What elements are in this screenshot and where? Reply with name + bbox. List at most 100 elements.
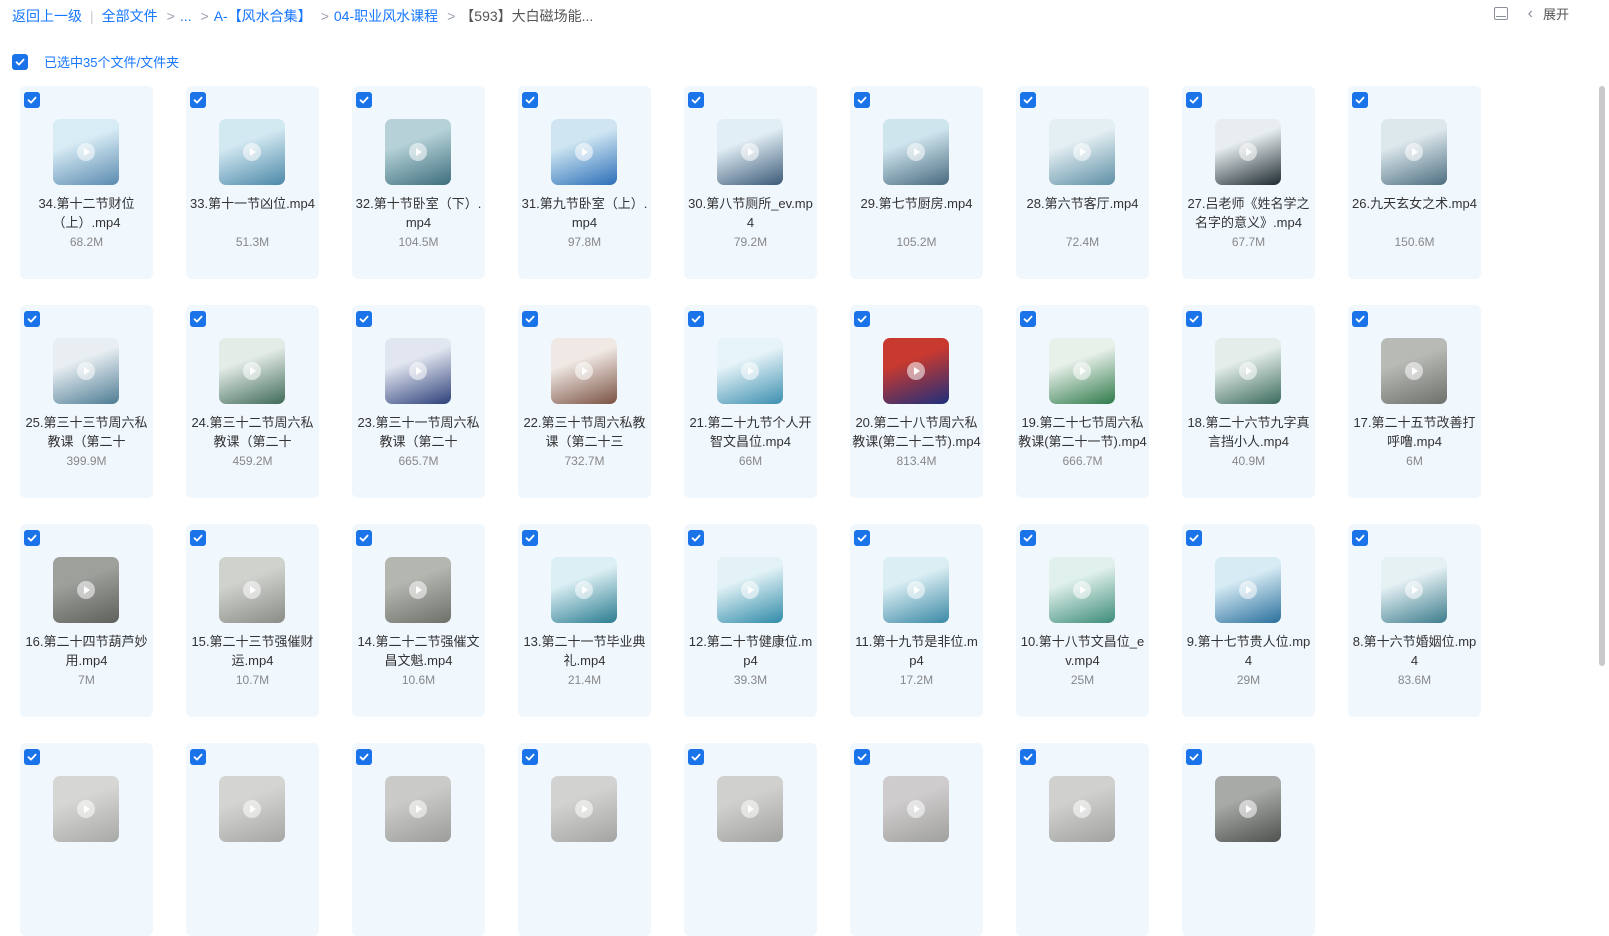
file-name[interactable]: 26.九天玄女之术.mp4	[1350, 194, 1479, 232]
file-checkbox[interactable]	[1352, 530, 1368, 546]
video-thumbnail[interactable]	[1215, 776, 1281, 842]
video-thumbnail[interactable]	[717, 119, 783, 185]
video-thumbnail[interactable]	[219, 557, 285, 623]
video-thumbnail[interactable]	[1215, 338, 1281, 404]
file-checkbox[interactable]	[688, 749, 704, 765]
file-name[interactable]: 23.第三十一节周六私教课（第二十	[354, 413, 483, 451]
file-checkbox[interactable]	[688, 92, 704, 108]
expand-button[interactable]: 展开	[1543, 4, 1569, 23]
file-checkbox[interactable]	[1186, 311, 1202, 327]
file-name[interactable]: 17.第二十五节改善打呼噜.mp4	[1350, 413, 1479, 451]
video-thumbnail[interactable]	[717, 557, 783, 623]
file-card[interactable]: 19.第二十七节周六私教课(第二十一节).mp4 666.7M	[1016, 305, 1149, 498]
file-name[interactable]: 16.第二十四节葫芦妙用.mp4	[22, 632, 151, 670]
file-name[interactable]: 33.第十一节凶位.mp4	[188, 194, 317, 232]
file-name[interactable]	[354, 851, 483, 889]
file-name[interactable]: 10.第十八节文昌位_ev.mp4	[1018, 632, 1147, 670]
video-thumbnail[interactable]	[53, 776, 119, 842]
file-checkbox[interactable]	[522, 92, 538, 108]
file-checkbox[interactable]	[24, 530, 40, 546]
file-name[interactable]	[22, 851, 151, 889]
video-thumbnail[interactable]	[883, 776, 949, 842]
file-checkbox[interactable]	[854, 749, 870, 765]
file-card[interactable]: 29.第七节厨房.mp4 105.2M	[850, 86, 983, 279]
video-thumbnail[interactable]	[883, 119, 949, 185]
file-checkbox[interactable]	[356, 530, 372, 546]
file-name[interactable]: 25.第三十三节周六私教课（第二十	[22, 413, 151, 451]
file-card[interactable]: 34.第十二节财位（上）.mp4 68.2M	[20, 86, 153, 279]
video-thumbnail[interactable]	[883, 338, 949, 404]
file-name[interactable]: 30.第八节厕所_ev.mp4	[686, 194, 815, 232]
file-card[interactable]: 14.第二十二节强催文昌文魁.mp4 10.6M	[352, 524, 485, 717]
file-card[interactable]: 18.第二十六节九字真言挡小人.mp4 40.9M	[1182, 305, 1315, 498]
file-checkbox[interactable]	[1186, 92, 1202, 108]
file-checkbox[interactable]	[190, 749, 206, 765]
file-card[interactable]: 25.第三十三节周六私教课（第二十 399.9M	[20, 305, 153, 498]
file-checkbox[interactable]	[522, 749, 538, 765]
file-checkbox[interactable]	[1020, 311, 1036, 327]
video-thumbnail[interactable]	[385, 557, 451, 623]
file-card[interactable]	[850, 743, 983, 936]
file-card[interactable]: 8.第十六节婚姻位.mp4 83.6M	[1348, 524, 1481, 717]
video-thumbnail[interactable]	[53, 338, 119, 404]
video-thumbnail[interactable]	[1049, 119, 1115, 185]
file-checkbox[interactable]	[1020, 92, 1036, 108]
file-checkbox[interactable]	[356, 749, 372, 765]
file-checkbox[interactable]	[1186, 530, 1202, 546]
select-all-checkbox[interactable]	[12, 53, 28, 70]
file-card[interactable]: 27.吕老师《姓名学之名字的意义》.mp4 67.7M	[1182, 86, 1315, 279]
file-card[interactable]: 26.九天玄女之术.mp4 150.6M	[1348, 86, 1481, 279]
file-name[interactable]: 12.第二十节健康位.mp4	[686, 632, 815, 670]
scrollbar[interactable]	[1599, 86, 1605, 666]
file-name[interactable]: 32.第十节卧室（下）.mp4	[354, 194, 483, 232]
file-card[interactable]	[1182, 743, 1315, 936]
file-checkbox[interactable]	[1186, 749, 1202, 765]
video-thumbnail[interactable]	[385, 338, 451, 404]
file-checkbox[interactable]	[24, 749, 40, 765]
file-name[interactable]: 34.第十二节财位（上）.mp4	[22, 194, 151, 232]
video-thumbnail[interactable]	[717, 338, 783, 404]
file-card[interactable]	[20, 743, 153, 936]
file-card[interactable]: 22.第三十节周六私教课（第二十三 732.7M	[518, 305, 651, 498]
file-card[interactable]: 13.第二十一节毕业典礼.mp4 21.4M	[518, 524, 651, 717]
file-name[interactable]: 9.第十七节贵人位.mp4	[1184, 632, 1313, 670]
file-name[interactable]	[188, 851, 317, 889]
video-thumbnail[interactable]	[219, 119, 285, 185]
breadcrumb-folder-fengshui[interactable]: A-【风水合集】	[214, 6, 312, 26]
file-name[interactable]: 13.第二十一节毕业典礼.mp4	[520, 632, 649, 670]
file-card[interactable]	[352, 743, 485, 936]
file-checkbox[interactable]	[356, 92, 372, 108]
video-thumbnail[interactable]	[1381, 338, 1447, 404]
video-thumbnail[interactable]	[53, 119, 119, 185]
file-card[interactable]	[684, 743, 817, 936]
breadcrumb-all-files[interactable]: 全部文件	[102, 6, 158, 26]
file-card[interactable]: 33.第十一节凶位.mp4 51.3M	[186, 86, 319, 279]
file-checkbox[interactable]	[1020, 749, 1036, 765]
video-thumbnail[interactable]	[385, 119, 451, 185]
video-thumbnail[interactable]	[385, 776, 451, 842]
file-card[interactable]: 15.第二十三节强催财运.mp4 10.7M	[186, 524, 319, 717]
file-checkbox[interactable]	[688, 530, 704, 546]
file-checkbox[interactable]	[1352, 311, 1368, 327]
file-card[interactable]	[1016, 743, 1149, 936]
back-link[interactable]: 返回上一级	[12, 6, 82, 26]
file-checkbox[interactable]	[24, 92, 40, 108]
video-thumbnail[interactable]	[1049, 338, 1115, 404]
file-checkbox[interactable]	[522, 311, 538, 327]
file-card[interactable]: 17.第二十五节改善打呼噜.mp4 6M	[1348, 305, 1481, 498]
file-name[interactable]	[1184, 851, 1313, 889]
video-thumbnail[interactable]	[551, 557, 617, 623]
file-name[interactable]	[520, 851, 649, 889]
file-checkbox[interactable]	[854, 311, 870, 327]
chevron-left-icon[interactable]: ‹	[1528, 5, 1533, 23]
file-name[interactable]	[686, 851, 815, 889]
file-card[interactable]: 11.第十九节是非位.mp4 17.2M	[850, 524, 983, 717]
file-checkbox[interactable]	[356, 311, 372, 327]
file-card[interactable]: 31.第九节卧室（上）.mp4 97.8M	[518, 86, 651, 279]
file-name[interactable]: 18.第二十六节九字真言挡小人.mp4	[1184, 413, 1313, 451]
video-thumbnail[interactable]	[1049, 557, 1115, 623]
file-checkbox[interactable]	[190, 92, 206, 108]
file-checkbox[interactable]	[1020, 530, 1036, 546]
file-name[interactable]: 15.第二十三节强催财运.mp4	[188, 632, 317, 670]
file-name[interactable]: 28.第六节客厅.mp4	[1018, 194, 1147, 232]
